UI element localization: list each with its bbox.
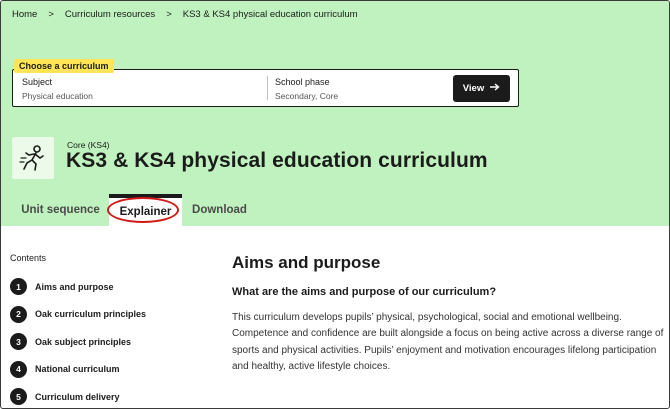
arrow-right-icon: [490, 83, 500, 94]
school-phase-select[interactable]: School phase Secondary, Core: [275, 77, 338, 101]
contents-title: Contents: [10, 253, 47, 263]
view-button[interactable]: View: [453, 75, 510, 102]
contents-number-badge: 2: [10, 305, 27, 323]
contents-number-badge: 1: [10, 278, 27, 295]
subject-value: Physical education: [22, 91, 93, 101]
section-body: This curriculum develops pupils’ physica…: [232, 312, 664, 373]
hero-header: Home > Curriculum resources > KS3 & KS4 …: [1, 1, 669, 226]
contents-list: 1 Aims and purpose 2 Oak curriculum prin…: [10, 277, 146, 408]
contents-number-badge: 3: [10, 333, 27, 350]
tab-download[interactable]: Download: [182, 194, 257, 226]
school-phase-label: School phase: [275, 77, 330, 87]
contents-item-oak-subject-principles[interactable]: 3 Oak subject principles: [10, 332, 146, 351]
breadcrumb-curriculum-resources[interactable]: Curriculum resources: [65, 9, 155, 20]
breadcrumb-current-page: KS3 & KS4 physical education curriculum: [182, 9, 358, 20]
school-phase-value: Secondary, Core: [275, 91, 339, 101]
tab-bar: Unit sequence Explainer Download: [1, 194, 669, 226]
subject-label: Subject: [22, 77, 53, 87]
picker-divider: [267, 76, 268, 100]
contents-item-label: Curriculum delivery: [35, 391, 120, 402]
breadcrumb-separator: >: [48, 9, 54, 20]
contents-item-label: National curriculum: [35, 364, 120, 374]
choose-curriculum-tag: Choose a curriculum: [14, 59, 114, 73]
contents-number-badge: 5: [10, 388, 27, 405]
breadcrumb-separator: >: [166, 9, 172, 20]
page-frame: Home > Curriculum resources > KS3 & KS4 …: [0, 0, 670, 409]
section-subtitle: What are the aims and purpose of our cur…: [232, 286, 497, 298]
curriculum-picker: Subject Physical education School phase …: [12, 69, 519, 107]
contents-item-label: Oak curriculum principles: [35, 309, 147, 319]
tab-unit-sequence[interactable]: Unit sequence: [12, 194, 109, 226]
contents-item-oak-curriculum-principles[interactable]: 2 Oak curriculum principles: [10, 305, 146, 324]
contents-number-badge: 4: [10, 360, 27, 378]
contents-item-label: Oak subject principles: [35, 336, 132, 347]
section-title: Aims and purpose: [232, 253, 381, 272]
contents-item-curriculum-delivery[interactable]: 5 Curriculum delivery: [10, 387, 146, 406]
view-button-label: View: [462, 83, 485, 94]
subject-select[interactable]: Subject Physical education: [22, 77, 93, 101]
contents-item-label: Aims and purpose: [35, 281, 114, 292]
breadcrumb-home[interactable]: Home: [12, 9, 37, 20]
breadcrumb: Home > Curriculum resources > KS3 & KS4 …: [12, 9, 358, 20]
tab-explainer[interactable]: Explainer: [109, 194, 182, 226]
running-person-icon: [12, 137, 54, 179]
page-title: KS3 & KS4 physical education curriculum: [66, 149, 488, 172]
contents-item-aims-and-purpose[interactable]: 1 Aims and purpose: [10, 277, 146, 296]
contents-item-national-curriculum[interactable]: 4 National curriculum: [10, 360, 146, 379]
